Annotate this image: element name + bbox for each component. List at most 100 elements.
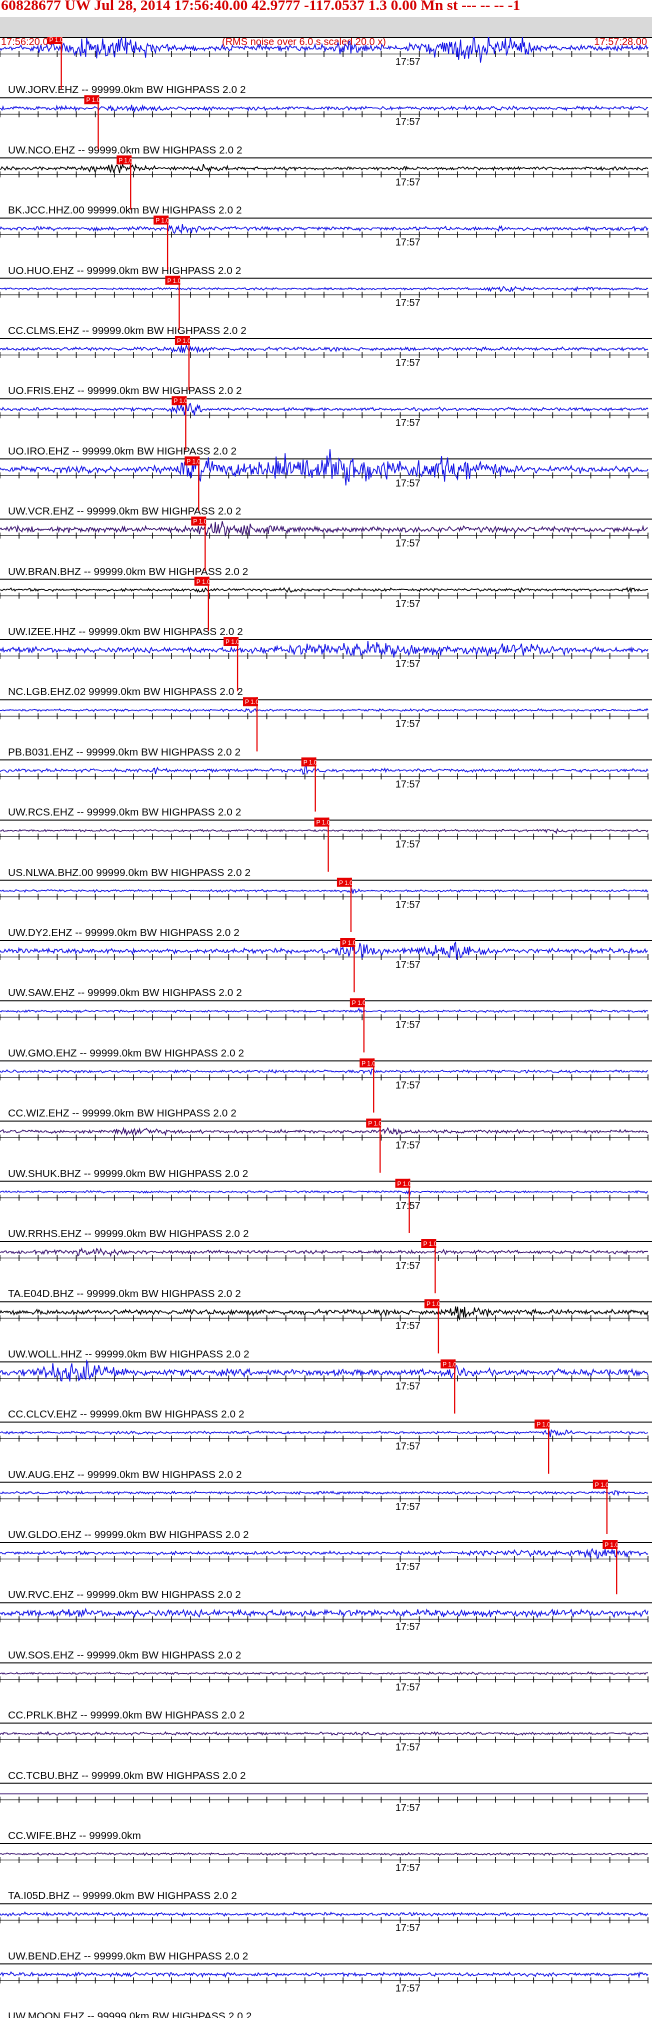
pick-label: P 1.0 <box>362 1061 377 1067</box>
minute-label: 17:57 <box>395 358 420 369</box>
minute-label: 17:57 <box>395 539 420 550</box>
station-label: UW.NCO.EHZ -- 99999.0km BW HIGHPASS 2.0 … <box>8 144 243 156</box>
waveform <box>0 1126 649 1137</box>
minute-label: 17:57 <box>395 298 420 309</box>
pick-label: P 1.0 <box>423 1242 438 1248</box>
waveform <box>0 37 649 63</box>
station-label: TA.I05D.BHZ -- 99999.0km BW HIGHPASS 2.0… <box>8 1890 237 1902</box>
pick-label: P 1.0 <box>342 941 357 947</box>
minute-label: 17:57 <box>395 1381 420 1392</box>
minute-label: 17:57 <box>395 117 420 128</box>
station-label: UW.SAW.EHZ -- 99999.0km BW HIGHPASS 2.0 … <box>8 987 242 999</box>
station-label: UO.HUO.EHZ -- 99999.0km BW HIGHPASS 2.0 … <box>8 265 241 277</box>
minute-label: 17:57 <box>395 1321 420 1332</box>
minute-label: 17:57 <box>395 418 420 429</box>
station-label: NC.LGB.EHZ.02 99999.0km BW HIGHPASS 2.0 … <box>8 686 243 698</box>
station-label: US.NLWA.BHZ.00 99999.0km BW HIGHPASS 2.0… <box>8 867 251 879</box>
station-label: UW.SHUK.BHZ -- 99999.0km BW HIGHPASS 2.0… <box>8 1168 248 1180</box>
event-title: 60828677 UW Jul 28, 2014 17:56:40.00 42.… <box>1 0 521 14</box>
station-label: UW.WOLL.HHZ -- 99999.0km BW HIGHPASS 2.0… <box>8 1348 250 1360</box>
minute-label: 17:57 <box>395 719 420 730</box>
station-label: UW.SOS.EHZ -- 99999.0km BW HIGHPASS 2.0 … <box>8 1649 241 1661</box>
pick-label: P 1.0 <box>595 1483 610 1489</box>
minute-label: 17:57 <box>395 840 420 851</box>
minute-label: 17:57 <box>395 1080 420 1091</box>
waveform <box>0 707 649 714</box>
pick-label: P 1.0 <box>177 339 192 345</box>
minute-label: 17:57 <box>395 1983 420 1994</box>
waveform <box>0 1247 649 1258</box>
minute-label: 17:57 <box>395 1141 420 1152</box>
seismogram-plot: 17:57 UW.JORV.EHZ -- 99999.0km BW HIGHPAS… <box>0 37 652 2018</box>
station-label: UW.RCS.EHZ -- 99999.0km BW HIGHPASS 2.0 … <box>8 807 241 819</box>
minute-label: 17:57 <box>395 1502 420 1513</box>
pick-label: P 1.0 <box>196 580 211 586</box>
station-label: TA.E04D.BHZ -- 99999.0km BW HIGHPASS 2.0… <box>8 1288 241 1300</box>
minute-label: 17:57 <box>395 1442 420 1453</box>
pick-label: P 1.0 <box>49 38 64 44</box>
waveform <box>0 1189 648 1197</box>
station-label: UW.BEND.EHZ -- 99999.0km BW HIGHPASS 2.0… <box>8 1950 248 1962</box>
waveform <box>0 887 649 894</box>
waveform <box>0 1730 649 1736</box>
waveform <box>0 1490 649 1497</box>
minute-label: 17:57 <box>395 1803 420 1814</box>
pick-label: P 1.0 <box>537 1423 552 1429</box>
pick-label: P 1.0 <box>86 98 101 104</box>
minute-label: 17:57 <box>395 1743 420 1754</box>
minute-label: 17:57 <box>395 779 420 790</box>
station-label: UW.BRAN.BHZ -- 99999.0km BW HIGHPASS 2.0… <box>8 566 248 578</box>
station-label: UW.VCR.EHZ -- 99999.0km BW HIGHPASS 2.0 … <box>8 506 241 518</box>
pick-label: P 1.0 <box>174 399 189 405</box>
waveform <box>0 285 649 293</box>
minute-label: 17:57 <box>395 1562 420 1573</box>
pick-label: P 1.0 <box>226 640 241 646</box>
station-label: CC.TCBU.BHZ -- 99999.0km BW HIGHPASS 2.0… <box>8 1770 246 1782</box>
minute-label: 17:57 <box>395 478 420 489</box>
minute-label: 17:57 <box>395 599 420 610</box>
pick-label: P 1.0 <box>156 219 171 225</box>
waveform <box>0 1911 649 1918</box>
waveform <box>0 343 649 354</box>
station-label: BK.JCC.HHZ.00 99999.0km BW HIGHPASS 2.0 … <box>8 205 242 217</box>
minute-label: 17:57 <box>395 1923 420 1934</box>
pick-label: P 1.0 <box>245 700 260 706</box>
minute-label: 17:57 <box>395 900 420 911</box>
minute-label: 17:57 <box>395 1020 420 1031</box>
station-label: CC.CLCV.EHZ -- 99999.0km BW HIGHPASS 2.0… <box>8 1409 244 1421</box>
time-bar: 17:56:20.00 (RMS noise over 6.0 s scaled… <box>0 17 652 48</box>
waveform <box>0 586 649 594</box>
station-label: UW.AUG.EHZ -- 99999.0km BW HIGHPASS 2.0 … <box>8 1469 242 1481</box>
station-label: UW.DY2.EHZ -- 99999.0km BW HIGHPASS 2.0 … <box>8 927 240 939</box>
station-label: UW.MOON.EHZ -- 99999.0km BW HIGHPASS 2.0… <box>8 2011 252 2018</box>
waveform <box>0 1068 649 1076</box>
station-label: UW.JORV.EHZ -- 99999.0km BW HIGHPASS 2.0… <box>8 84 246 96</box>
pick-label: P 1.0 <box>167 279 182 285</box>
pick-label: P 1.0 <box>316 821 331 827</box>
waveform <box>0 1607 649 1619</box>
minute-label: 17:57 <box>395 1622 420 1633</box>
station-label: CC.WIFE.BHZ -- 99999.0km <box>8 1830 141 1842</box>
waveform <box>0 1971 649 1979</box>
pick-label: P 1.0 <box>352 1001 367 1007</box>
pick-label: P 1.0 <box>368 1122 383 1128</box>
minute-label: 17:57 <box>395 960 420 971</box>
minute-label: 17:57 <box>395 1261 420 1272</box>
station-label: UW.GLDO.EHZ -- 99999.0km BW HIGHPASS 2.0… <box>8 1529 249 1541</box>
station-label: CC.PRLK.BHZ -- 99999.0km BW HIGHPASS 2.0… <box>8 1710 245 1722</box>
station-label: UW.RVC.EHZ -- 99999.0km BW HIGHPASS 2.0 … <box>8 1589 241 1601</box>
pick-label: P 1.0 <box>187 459 202 465</box>
pick-label: P 1.0 <box>339 881 354 887</box>
waveform <box>0 1671 649 1676</box>
pick-label: P 1.0 <box>119 158 134 164</box>
pick-label: P 1.0 <box>303 760 318 766</box>
station-label: CC.CLMS.EHZ -- 99999.0km BW HIGHPASS 2.0… <box>8 325 247 337</box>
pick-label: P 1.0 <box>193 520 208 526</box>
minute-label: 17:57 <box>395 1863 420 1874</box>
station-label: UW.GMO.EHZ -- 99999.0km BW HIGHPASS 2.0 … <box>8 1047 244 1059</box>
minute-label: 17:57 <box>395 659 420 670</box>
station-label: CC.WIZ.EHZ -- 99999.0km BW HIGHPASS 2.0 … <box>8 1108 237 1120</box>
station-label: PB.B031.EHZ -- 99999.0km BW HIGHPASS 2.0… <box>8 746 241 758</box>
waveform <box>0 104 649 113</box>
waveform <box>0 1851 649 1857</box>
